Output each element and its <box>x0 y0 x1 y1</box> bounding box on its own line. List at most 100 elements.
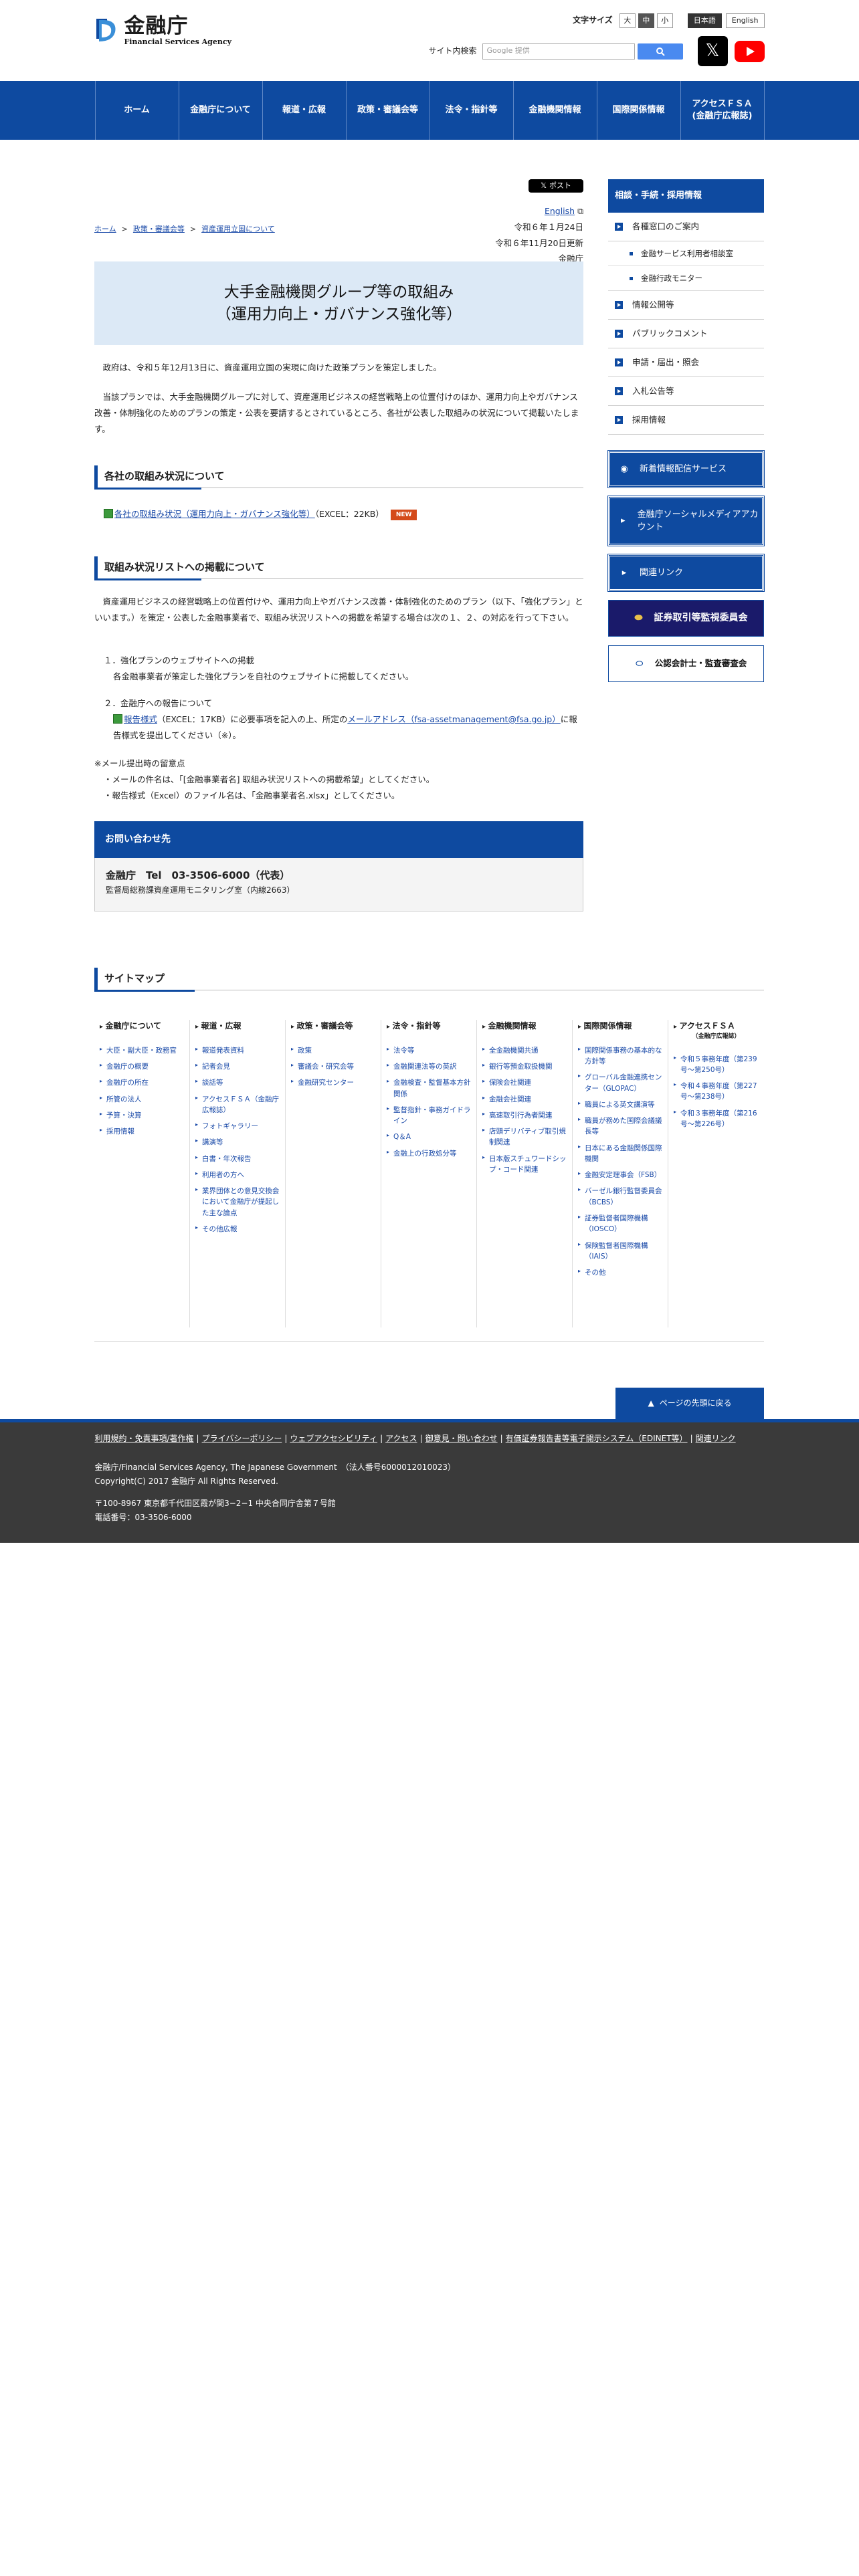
sidebar-item-public-comment[interactable]: パブリックコメント <box>608 320 764 348</box>
sitemap-link[interactable]: 店頭デリバティブ取引規制関連 <box>482 1126 567 1148</box>
sitemap-link[interactable]: 利用者の方へ <box>195 1170 280 1180</box>
arrow-square-icon <box>615 301 623 309</box>
english-link[interactable]: English <box>545 206 575 216</box>
contact-tel: 金融庁 Tel 03-3506-6000（代表） <box>106 869 290 881</box>
sitemap-link[interactable]: 報道発表資料 <box>195 1045 280 1056</box>
status-file-info: （EXCEL：22KB） <box>314 509 384 519</box>
arrow-icon: ▸ <box>622 567 627 578</box>
sitemap-link[interactable]: 保険監督者国際機構（IAIS） <box>578 1241 662 1263</box>
sitemap-link[interactable]: 金融安定理事会（FSB） <box>578 1170 662 1180</box>
sitemap-link[interactable]: 高速取引行為者関連 <box>482 1110 567 1121</box>
sitemap-columns: 金融庁について大臣・副大臣・政務官金融庁の概要金融庁の所在所管の法人予算・決算採… <box>94 1020 764 1327</box>
sitemap-column-title[interactable]: 政策・審議会等 <box>291 1020 375 1033</box>
banner-cpaaob[interactable]: ⬭ 公認会計士・監査審査会 <box>608 645 764 682</box>
sitemap-link[interactable]: 講演等 <box>195 1137 280 1148</box>
sidebar-sub-consultation[interactable]: 金融サービス利用者相談室 <box>608 241 764 266</box>
sitemap-column: アクセスＦＳＡ （金融庁広報誌） 令和５事務年度（第239号〜第250号） 令和４事務… <box>668 1020 764 1327</box>
sitemap-column-title[interactable]: 金融機関情報 <box>482 1020 567 1033</box>
sitemap-column-title[interactable]: アクセスＦＳＡ （金融庁広報誌） <box>674 1020 759 1042</box>
sitemap-link[interactable]: 令和４事務年度（第227号〜第238号） <box>674 1081 759 1103</box>
sitemap-link[interactable]: 全金融機関共通 <box>482 1045 567 1056</box>
footer-address: 〒100-8967 東京都千代田区霞が関3−2−1 中央合同庁舎第７号館 <box>94 1499 336 1508</box>
banner-news-delivery[interactable]: ◉ 新着情報配信サービス <box>607 450 765 488</box>
excel-file-icon <box>104 509 113 518</box>
status-excel-link[interactable]: 各社の取組み状況（運用力向上・ガバナンス強化等） <box>114 509 315 519</box>
email-notes: ※メール提出時の留意点 ・メールの件名は、「[金融事業者名] 取組み状況リストへ… <box>94 756 583 803</box>
sitemap-link[interactable]: グローバル金融連携センター（GLOPAC） <box>578 1072 662 1094</box>
sitemap-link[interactable]: 金融研究センター <box>291 1077 375 1088</box>
sitemap-link[interactable]: 金融検査・監督基本方針関係 <box>387 1077 471 1099</box>
sidebar-item-recruitment[interactable]: 採用情報 <box>608 406 764 435</box>
note-1: ・メールの件名は、「[金融事業者名] 取組み状況リストへの掲載希望」としてくださ… <box>104 774 435 784</box>
sitemap-column-title[interactable]: 金融庁について <box>100 1020 184 1033</box>
sitemap-link[interactable]: 金融会社関連 <box>482 1094 567 1105</box>
breadcrumb-policy[interactable]: 政策・審議会等 <box>133 225 185 233</box>
sitemap-link[interactable]: 日本にある金融関係国際機関 <box>578 1143 662 1165</box>
sidebar-sub-monitor[interactable]: 金融行政モニター <box>608 266 764 291</box>
sitemap-link[interactable]: 監督指針・事務ガイドライン <box>387 1105 471 1127</box>
sitemap-link[interactable]: 保険会社関連 <box>482 1077 567 1088</box>
footer-link[interactable]: 関連リンク <box>696 1434 736 1443</box>
sidebar-heading: 相談・手続・採用情報 <box>608 179 764 213</box>
sitemap-link[interactable]: 記者会見 <box>195 1061 280 1072</box>
sitemap-link[interactable]: その他広報 <box>195 1224 280 1235</box>
footer-link[interactable]: ウェブアクセシビリティ <box>290 1434 377 1443</box>
sidebar-item-bids[interactable]: 入札公告等 <box>608 377 764 406</box>
sitemap-link[interactable]: 職員が務めた国際会議議長等 <box>578 1115 662 1138</box>
sidebar-item-contact-windows[interactable]: 各種窓口のご案内 <box>608 213 764 241</box>
x-post-button[interactable]: 𝕏 ポスト <box>529 179 583 193</box>
banner-sesc[interactable]: ⬬ 証券取引等監視委員会 <box>608 600 764 637</box>
sitemap-link[interactable]: 国際関係事務の基本的な方針等 <box>578 1045 662 1067</box>
sidebar-item-applications[interactable]: 申請・届出・照会 <box>608 348 764 377</box>
page-top-button[interactable]: ▲ ページの先頭に戻る <box>615 1388 764 1420</box>
sitemap-link[interactable]: 金融庁の所在 <box>100 1077 184 1088</box>
sitemap-column-title[interactable]: 報道・広報 <box>195 1020 280 1033</box>
sitemap-link[interactable]: 金融上の行政処分等 <box>387 1148 471 1159</box>
sitemap-link[interactable]: 大臣・副大臣・政務官 <box>100 1045 184 1056</box>
sitemap-link[interactable]: 令和５事務年度（第239号〜第250号） <box>674 1054 759 1076</box>
footer-link[interactable]: 有価証券報告書等電子開示システム（EDINET等） <box>506 1434 688 1443</box>
sitemap-link[interactable]: 職員による英文講演等 <box>578 1099 662 1110</box>
banner-social-media[interactable]: ▸ 金融庁ソーシャルメディアアカウント <box>607 496 765 546</box>
sidebar-item-label: パブリックコメント <box>632 328 708 338</box>
sitemap-link[interactable]: 審議会・研究会等 <box>291 1061 375 1072</box>
sitemap-link[interactable]: Q＆A <box>387 1132 471 1142</box>
sitemap-title-text: 国際関係情報 <box>583 1021 632 1031</box>
sitemap-column-title[interactable]: 国際関係情報 <box>578 1020 662 1033</box>
sitemap-link[interactable]: 証券監督者国際機構（IOSCO） <box>578 1213 662 1235</box>
sitemap-link[interactable]: 令和３事務年度（第216号〜第226号） <box>674 1108 759 1130</box>
footer-link[interactable]: 御意見・問い合わせ <box>425 1434 498 1443</box>
sitemap-link[interactable]: 日本版スチュワードシップ・コード関連 <box>482 1154 567 1176</box>
sitemap-title-text: 法令・指針等 <box>392 1021 441 1031</box>
banner-label: 新着情報配信サービス <box>640 463 727 474</box>
sitemap-link[interactable]: 金融関連法等の英訳 <box>387 1061 471 1072</box>
banner-related-links[interactable]: ▸ 関連リンク <box>607 554 765 592</box>
sitemap-link[interactable]: 採用情報 <box>100 1126 184 1137</box>
sitemap-link[interactable]: 談話等 <box>195 1077 280 1088</box>
sitemap-title-text: アクセスＦＳＡ <box>679 1021 735 1031</box>
sitemap-link[interactable]: 法令等 <box>387 1045 471 1056</box>
footer-copyright: Copyright(C) 2017 金融庁 All Rights Reserve… <box>94 1477 278 1486</box>
sitemap-link[interactable]: 所管の法人 <box>100 1094 184 1105</box>
sidebar-item-disclosure[interactable]: 情報公開等 <box>608 291 764 320</box>
sitemap-link[interactable]: 業界団体との意見交換会において金融庁が提起した主な論点 <box>195 1186 280 1218</box>
sitemap-link[interactable]: バーゼル銀行監督委員会（BCBS） <box>578 1186 662 1208</box>
report-form-link[interactable]: 報告様式 <box>124 714 157 724</box>
footer-link[interactable]: プライバシーポリシー <box>202 1434 282 1443</box>
footer-link[interactable]: 利用規約・免責事項/著作権 <box>95 1434 194 1443</box>
arrow-square-icon <box>615 330 623 338</box>
sitemap-link[interactable]: アクセスＦＳＡ（金融庁広報誌） <box>195 1094 280 1116</box>
sitemap-link[interactable]: 金融庁の概要 <box>100 1061 184 1072</box>
sitemap-link[interactable]: 政策 <box>291 1045 375 1056</box>
sitemap-link[interactable]: 予算・決算 <box>100 1110 184 1121</box>
breadcrumb-home[interactable]: ホーム <box>94 225 116 233</box>
footer-link[interactable]: アクセス <box>385 1434 417 1443</box>
sitemap-link[interactable]: フォトギャラリー <box>195 1121 280 1132</box>
sitemap-link[interactable]: その他 <box>578 1267 662 1278</box>
breadcrumb-current[interactable]: 資産運用立国について <box>201 225 275 233</box>
email-address-link[interactable]: メールアドレス（fsa-assetmanagement@fsa.go.jp） <box>347 714 560 724</box>
sitemap-link[interactable]: 白書・年次報告 <box>195 1154 280 1164</box>
contact-box: 金融庁 Tel 03-3506-6000（代表） 監督局総務課資産運用モニタリン… <box>94 858 583 911</box>
sitemap-link[interactable]: 銀行等預金取扱機関 <box>482 1061 567 1072</box>
sitemap-column-title[interactable]: 法令・指針等 <box>387 1020 471 1033</box>
